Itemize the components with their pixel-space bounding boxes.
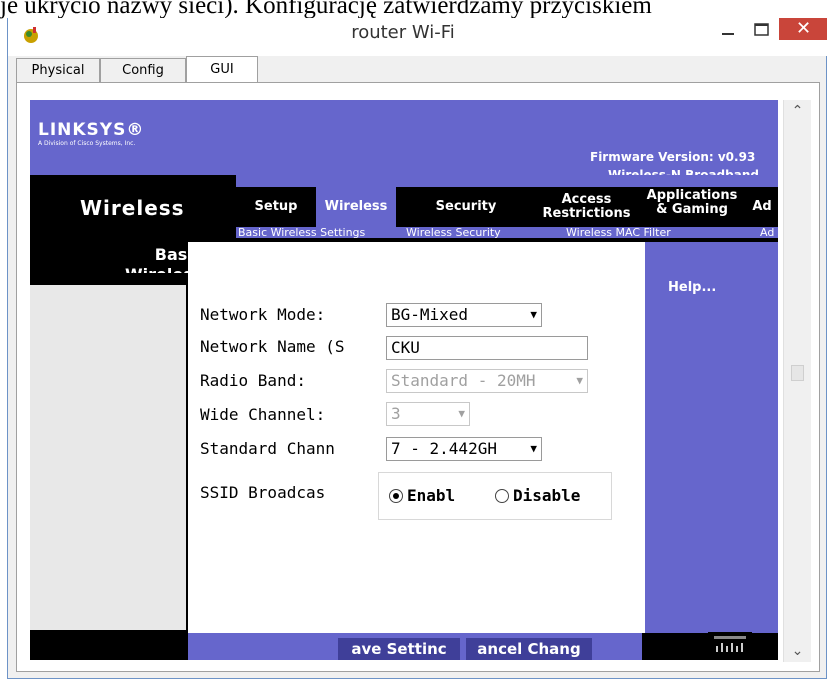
cancel-changes-button[interactable]: ancel Chang: [466, 638, 592, 660]
settings-content: Network Mode: BG-Mixed ▼ Network Name (S…: [188, 242, 642, 633]
wide-channel-label: Wide Channel:: [200, 405, 326, 424]
close-icon: ✕: [795, 18, 812, 39]
wide-channel-select[interactable]: 3 ▼: [386, 402, 470, 426]
minimize-icon: [722, 33, 734, 35]
scroll-thumb[interactable]: [791, 365, 804, 381]
ssid-broadcast-group: Enabl Disable: [378, 472, 612, 520]
scroll-up-icon[interactable]: ⌃: [784, 100, 811, 122]
linksys-logo-subtitle: A Division of Cisco Systems, Inc.: [38, 140, 136, 147]
radio-band-label: Radio Band:: [200, 371, 306, 390]
scroll-down-icon[interactable]: ⌄: [784, 640, 811, 662]
main-nav: Setup Wireless Security Access Restricti…: [236, 187, 778, 227]
document-text: je ukryció nazwy sieci). Konfigurację za…: [0, 0, 652, 19]
ssid-disable-option[interactable]: Disable: [495, 486, 613, 505]
firmware-version: Firmware Version: v0.93: [590, 150, 756, 164]
app-window: router Wi-Fi ✕ Physical Config GUI ⌃ ⌄ L…: [7, 18, 827, 679]
network-name-label: Network Name (S: [200, 337, 345, 356]
nav-access-line2: Restrictions: [542, 206, 631, 221]
chevron-down-icon: ▼: [530, 308, 537, 321]
vertical-scrollbar[interactable]: ⌃ ⌄: [783, 100, 811, 662]
nav-access-restrictions[interactable]: Access Restrictions: [534, 193, 639, 221]
radio-band-value: Standard - 20MH: [391, 371, 536, 390]
left-column: [30, 285, 186, 630]
network-mode-value: BG-Mixed: [391, 305, 469, 324]
maximize-icon: [754, 23, 769, 36]
network-mode-label: Network Mode:: [200, 305, 326, 324]
standard-channel-value: 7 - 2.442GH: [391, 439, 497, 458]
close-button[interactable]: ✕: [779, 18, 827, 40]
nav-access-line1: Access: [561, 192, 612, 207]
minimize-button[interactable]: [711, 18, 745, 46]
section-title: Wireless: [80, 196, 185, 220]
cisco-logo-icon: [708, 632, 752, 656]
nav-apps-line2: & Gaming: [656, 202, 728, 217]
tab-config[interactable]: Config: [100, 58, 186, 82]
linksys-logo: LINKSYS®: [38, 120, 145, 140]
save-settings-button[interactable]: ave Settinc: [338, 638, 460, 660]
nav-applications-gaming[interactable]: Applications & Gaming: [641, 189, 743, 217]
nav-setup[interactable]: Setup: [236, 187, 316, 227]
wide-channel-value: 3: [391, 404, 401, 423]
ssid-broadcast-label: SSID Broadcas: [200, 483, 326, 502]
subnav-advanced[interactable]: Ad: [760, 227, 774, 238]
nav-strip: [236, 175, 778, 187]
chevron-down-icon: ▼: [530, 438, 537, 460]
nav-wireless[interactable]: Wireless: [316, 187, 396, 227]
standard-channel-select[interactable]: 7 - 2.442GH ▼: [386, 437, 542, 461]
ssid-enable-label: Enabl: [407, 486, 456, 505]
ssid-enable-option[interactable]: Enabl: [389, 486, 493, 505]
radio-band-select[interactable]: Standard - 20MH ▼: [386, 369, 588, 393]
tab-physical[interactable]: Physical: [16, 58, 100, 82]
maximize-button[interactable]: [745, 18, 779, 46]
title-bar: router Wi-Fi ✕: [8, 18, 827, 56]
chevron-down-icon: ▼: [576, 370, 583, 392]
network-mode-select[interactable]: BG-Mixed ▼: [386, 303, 542, 327]
ssid-disable-label: Disable: [513, 486, 581, 505]
subnav-mac-filter[interactable]: Wireless MAC Filter: [566, 227, 671, 238]
window-title: router Wi-Fi: [351, 22, 455, 43]
tab-gui[interactable]: GUI: [186, 56, 258, 82]
nav-administration[interactable]: Ad: [746, 187, 778, 227]
chevron-down-icon: ▼: [458, 407, 465, 420]
help-column: [642, 242, 778, 633]
subnav-wireless-security[interactable]: Wireless Security: [406, 227, 501, 238]
standard-channel-label: Standard Chann: [200, 439, 335, 458]
subnav-basic-wireless[interactable]: Basic Wireless Settings: [238, 227, 365, 238]
radio-unchecked-icon[interactable]: [495, 489, 509, 503]
nav-apps-line1: Applications: [646, 188, 738, 203]
sub-nav: Basic Wireless Settings Wireless Securit…: [236, 227, 778, 238]
network-name-input[interactable]: CKU: [386, 336, 588, 360]
router-web-page: LINKSYS® A Division of Cisco Systems, In…: [30, 100, 778, 660]
radio-checked-icon[interactable]: [389, 489, 403, 503]
nav-security[interactable]: Security: [411, 187, 521, 227]
help-link[interactable]: Help...: [668, 280, 716, 295]
